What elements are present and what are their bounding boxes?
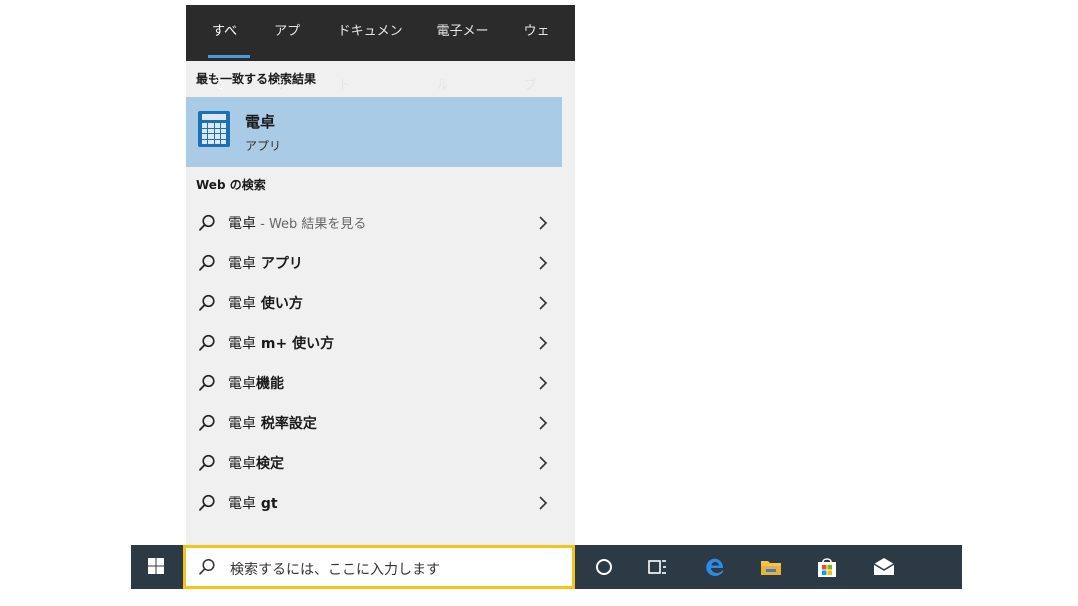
suggestion-query: 電卓 bbox=[228, 256, 256, 272]
search-icon bbox=[199, 558, 215, 575]
suggestion-text: m+ 使い方 bbox=[256, 336, 335, 352]
taskbar-search-box[interactable]: 検索するには、ここに入力します bbox=[183, 545, 575, 589]
search-flyout: すべて アプリ ドキュメント 電子メール ウェブ 最も一致する検索結果 電卓 ア… bbox=[186, 5, 575, 545]
web-suggestion-item[interactable]: 電卓 gt bbox=[186, 483, 575, 523]
web-search-heading: Web の検索 bbox=[196, 178, 266, 192]
chevron-right-icon bbox=[539, 336, 548, 350]
web-suggestion-item[interactable]: 電卓 アプリ bbox=[186, 243, 575, 283]
suggestion-text: 検定 bbox=[256, 456, 284, 472]
suggestion-text: 使い方 bbox=[256, 296, 303, 312]
mail-icon[interactable] bbox=[870, 553, 898, 581]
tab-email[interactable]: 電子メール bbox=[424, 5, 507, 93]
suggestion-query: 電卓 bbox=[228, 456, 256, 472]
tab-web[interactable]: ウェブ bbox=[512, 5, 571, 93]
search-icon bbox=[199, 214, 215, 231]
store-icon[interactable] bbox=[813, 553, 841, 581]
suggestion-query: 電卓 bbox=[228, 416, 256, 432]
suggestion-hint: - Web 結果を見る bbox=[256, 217, 367, 232]
suggestion-text: アプリ bbox=[256, 256, 303, 272]
chevron-right-icon bbox=[539, 496, 548, 510]
chevron-right-icon bbox=[539, 416, 548, 430]
best-match-result[interactable]: 電卓 アプリ bbox=[186, 97, 562, 167]
tab-documents[interactable]: ドキュメント bbox=[326, 5, 421, 93]
windows-start-icon bbox=[148, 558, 164, 574]
search-icon bbox=[199, 374, 215, 391]
web-suggestion-item[interactable]: 電卓 - Web 結果を見る bbox=[186, 203, 575, 243]
suggestion-query: 電卓 bbox=[228, 296, 256, 312]
cortana-icon[interactable] bbox=[590, 553, 618, 581]
chevron-right-icon bbox=[539, 296, 548, 310]
suggestion-query: 電卓 bbox=[228, 376, 256, 392]
web-suggestion-item[interactable]: 電卓 使い方 bbox=[186, 283, 575, 323]
best-match-subtitle: アプリ bbox=[245, 139, 282, 153]
calculator-icon bbox=[198, 111, 230, 147]
suggestion-query: 電卓 bbox=[228, 216, 256, 232]
suggestion-text: 税率設定 bbox=[256, 416, 317, 432]
web-suggestion-list: 電卓 - Web 結果を見る 電卓 アプリ 電卓 使い方 電卓 m+ 使い方 電 bbox=[186, 203, 575, 523]
web-suggestion-item[interactable]: 電卓 m+ 使い方 bbox=[186, 323, 575, 363]
web-suggestion-item[interactable]: 電卓機能 bbox=[186, 363, 575, 403]
chevron-right-icon bbox=[539, 376, 548, 390]
search-placeholder: 検索するには、ここに入力します bbox=[230, 562, 440, 578]
web-suggestion-item[interactable]: 電卓 税率設定 bbox=[186, 403, 575, 443]
flyout-scrollbar[interactable] bbox=[562, 61, 575, 545]
search-icon bbox=[199, 494, 215, 511]
search-icon bbox=[199, 414, 215, 431]
chevron-right-icon bbox=[539, 456, 548, 470]
best-match-title: 電卓 bbox=[245, 113, 276, 131]
suggestion-query: 電卓 bbox=[228, 336, 256, 352]
best-match-heading: 最も一致する検索結果 bbox=[196, 72, 317, 86]
start-button[interactable] bbox=[131, 545, 181, 589]
edge-icon[interactable] bbox=[701, 553, 729, 581]
search-icon bbox=[199, 454, 215, 471]
file-explorer-icon[interactable] bbox=[757, 553, 785, 581]
tab-all[interactable]: すべて bbox=[200, 5, 258, 93]
tab-apps[interactable]: アプリ bbox=[262, 5, 321, 93]
search-tabs: すべて アプリ ドキュメント 電子メール ウェブ bbox=[186, 5, 575, 93]
search-icon bbox=[199, 254, 215, 271]
task-view-icon[interactable] bbox=[643, 553, 671, 581]
screen: すべて アプリ ドキュメント 電子メール ウェブ 最も一致する検索結果 電卓 ア… bbox=[0, 0, 1078, 606]
suggestion-text: gt bbox=[256, 496, 278, 512]
search-icon bbox=[199, 294, 215, 311]
chevron-right-icon bbox=[539, 216, 548, 230]
suggestion-text: 機能 bbox=[256, 376, 284, 392]
taskbar: 検索するには、ここに入力します bbox=[131, 545, 962, 589]
search-icon bbox=[199, 334, 215, 351]
chevron-right-icon bbox=[539, 256, 548, 270]
suggestion-query: 電卓 bbox=[228, 496, 256, 512]
web-suggestion-item[interactable]: 電卓検定 bbox=[186, 443, 575, 483]
